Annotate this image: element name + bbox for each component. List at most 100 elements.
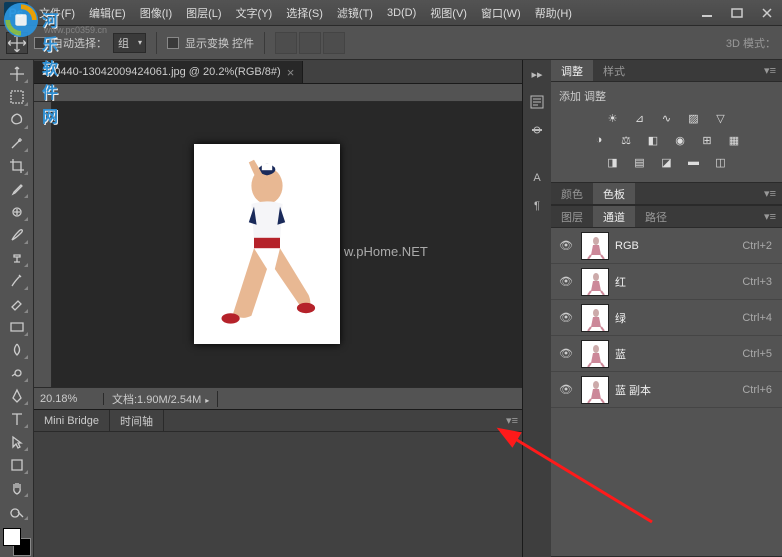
- selective-icon[interactable]: ◫: [712, 154, 730, 170]
- type-tool[interactable]: [5, 409, 29, 429]
- brightness-icon[interactable]: ☀: [604, 110, 622, 126]
- properties-icon[interactable]: [527, 120, 547, 140]
- ruler-horizontal[interactable]: [52, 84, 522, 102]
- marquee-tool[interactable]: [5, 87, 29, 107]
- bottom-tab[interactable]: Mini Bridge: [34, 410, 110, 431]
- visibility-icon[interactable]: 👁: [557, 311, 575, 324]
- stamp-tool[interactable]: [5, 248, 29, 268]
- ruler-vertical[interactable]: [34, 102, 52, 387]
- exposure-icon[interactable]: ▨: [685, 110, 703, 126]
- adjustments-panel: 调整样式 ▾≡ 添加 调整 ☀ ⊿ ∿ ▨ ▽ ◑ ⚖ ◧ ◉: [551, 60, 782, 183]
- bw-icon[interactable]: ◧: [644, 132, 662, 148]
- adjustments-tabs: 调整样式 ▾≡: [551, 60, 782, 82]
- eyedropper-tool[interactable]: [5, 179, 29, 199]
- panel-tab[interactable]: 通道: [593, 206, 635, 227]
- panel-menu-icon[interactable]: ▾≡: [506, 414, 518, 427]
- move-tool-indicator[interactable]: [6, 32, 28, 54]
- gradient-tool[interactable]: [5, 317, 29, 337]
- channel-row[interactable]: 👁 RGB Ctrl+2: [551, 228, 782, 264]
- wand-tool[interactable]: [5, 133, 29, 153]
- threshold-icon[interactable]: ◪: [658, 154, 676, 170]
- minimize-button[interactable]: [692, 3, 722, 23]
- document-tab[interactable]: 240440-13042009424061.jpg @ 20.2%(RGB/8#…: [34, 61, 303, 83]
- panel-tab[interactable]: 图层: [551, 206, 593, 227]
- align-icon: [275, 32, 297, 54]
- panel-menu-icon[interactable]: ▾≡: [758, 64, 782, 77]
- panel-tab[interactable]: 路径: [635, 206, 677, 227]
- channel-shortcut: Ctrl+4: [742, 312, 772, 324]
- channel-row[interactable]: 👁 蓝 副本 Ctrl+6: [551, 372, 782, 408]
- auto-select-checkbox[interactable]: [34, 37, 46, 49]
- posterize-icon[interactable]: ▤: [631, 154, 649, 170]
- menu-item[interactable]: 文字(Y): [229, 5, 280, 21]
- menu-item[interactable]: 帮助(H): [528, 5, 579, 21]
- move-tool[interactable]: [5, 64, 29, 84]
- panel-tab[interactable]: 样式: [593, 60, 635, 81]
- channel-name: 绿: [615, 310, 742, 326]
- shape-tool[interactable]: [5, 455, 29, 475]
- zoom-tool[interactable]: [5, 501, 29, 521]
- channel-row[interactable]: 👁 蓝 Ctrl+5: [551, 336, 782, 372]
- channel-thumbnail: [581, 304, 609, 332]
- channel-row[interactable]: 👁 绿 Ctrl+4: [551, 300, 782, 336]
- panel-tab[interactable]: 颜色: [551, 183, 593, 204]
- gradient-map-icon[interactable]: ▬: [685, 154, 703, 170]
- history-brush-tool[interactable]: [5, 271, 29, 291]
- close-button[interactable]: [752, 3, 782, 23]
- healing-tool[interactable]: [5, 202, 29, 222]
- document-info[interactable]: 文档:1.90M/2.54M: [104, 391, 218, 407]
- visibility-icon[interactable]: 👁: [557, 275, 575, 288]
- levels-icon[interactable]: ⊿: [631, 110, 649, 126]
- auto-select-dropdown[interactable]: 组: [113, 33, 146, 53]
- mixer-icon[interactable]: ⊞: [698, 132, 716, 148]
- document-area: 240440-13042009424061.jpg @ 20.2%(RGB/8#…: [34, 60, 522, 557]
- canvas[interactable]: [194, 144, 340, 344]
- invert-icon[interactable]: ◨: [604, 154, 622, 170]
- hue-icon[interactable]: ◑: [590, 132, 608, 148]
- menu-item[interactable]: 视图(V): [423, 5, 474, 21]
- lasso-tool[interactable]: [5, 110, 29, 130]
- menu-item[interactable]: 滤镜(T): [330, 5, 380, 21]
- menu-item[interactable]: 3D(D): [380, 7, 423, 19]
- panel-tab[interactable]: 调整: [551, 60, 593, 81]
- menu-item[interactable]: 文件(F): [32, 5, 82, 21]
- show-transform-checkbox[interactable]: [167, 37, 179, 49]
- history-icon[interactable]: [527, 92, 547, 112]
- bottom-tab[interactable]: 时间轴: [110, 410, 164, 431]
- panel-tab[interactable]: 色板: [593, 183, 635, 204]
- hand-tool[interactable]: [5, 478, 29, 498]
- channel-row[interactable]: 👁 红 Ctrl+3: [551, 264, 782, 300]
- eraser-tool[interactable]: [5, 294, 29, 314]
- menu-item[interactable]: 图层(L): [179, 5, 228, 21]
- maximize-button[interactable]: [722, 3, 752, 23]
- zoom-level[interactable]: 20.18%: [34, 393, 104, 405]
- character-icon[interactable]: A: [527, 168, 547, 188]
- crop-tool[interactable]: [5, 156, 29, 176]
- vibrance-icon[interactable]: ▽: [712, 110, 730, 126]
- collapse-icon[interactable]: ▸▸: [527, 64, 547, 84]
- close-tab-icon[interactable]: ×: [287, 65, 295, 80]
- visibility-icon[interactable]: 👁: [557, 347, 575, 360]
- lookup-icon[interactable]: ▦: [725, 132, 743, 148]
- channel-shortcut: Ctrl+3: [742, 276, 772, 288]
- visibility-icon[interactable]: 👁: [557, 383, 575, 396]
- color-swatch[interactable]: [3, 528, 31, 556]
- menu-item[interactable]: 窗口(W): [474, 5, 528, 21]
- visibility-icon[interactable]: 👁: [557, 239, 575, 252]
- brush-tool[interactable]: [5, 225, 29, 245]
- menu-item[interactable]: 选择(S): [279, 5, 330, 21]
- blur-tool[interactable]: [5, 340, 29, 360]
- auto-select-label: 自动选择：: [52, 35, 107, 51]
- curves-icon[interactable]: ∿: [658, 110, 676, 126]
- add-adjustment-label: 添加 调整: [559, 88, 774, 104]
- balance-icon[interactable]: ⚖: [617, 132, 635, 148]
- panel-menu-icon[interactable]: ▾≡: [758, 187, 782, 200]
- dodge-tool[interactable]: [5, 363, 29, 383]
- menu-item[interactable]: 图像(I): [133, 5, 179, 21]
- photo-filter-icon[interactable]: ◉: [671, 132, 689, 148]
- pen-tool[interactable]: [5, 386, 29, 406]
- paragraph-icon[interactable]: ¶: [527, 196, 547, 216]
- menu-item[interactable]: 编辑(E): [82, 5, 133, 21]
- panel-menu-icon[interactable]: ▾≡: [758, 210, 782, 223]
- path-select-tool[interactable]: [5, 432, 29, 452]
